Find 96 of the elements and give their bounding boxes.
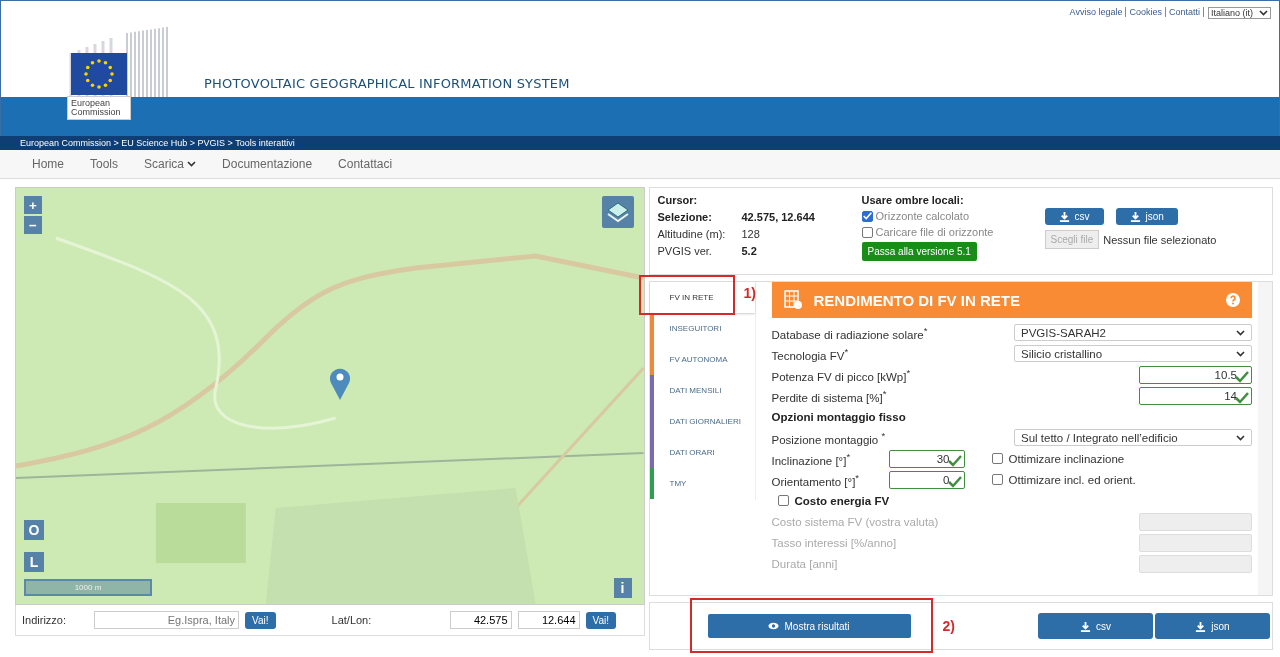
site-title: PHOTOVOLTAIC GEOGRAPHICAL INFORMATION SYSTEM bbox=[204, 76, 570, 91]
l-button[interactable]: L bbox=[24, 552, 44, 572]
layers-icon[interactable] bbox=[601, 196, 634, 228]
select-field[interactable]: Sul tetto / Integrato nell’edificio bbox=[1014, 429, 1252, 446]
nav-item[interactable]: Home bbox=[32, 157, 64, 171]
checkbox[interactable] bbox=[777, 495, 789, 506]
altitude-label: Altitudine (m): bbox=[657, 228, 727, 240]
checkbox-label: Costo energia FV bbox=[794, 494, 890, 507]
field-label: Potenza FV di picco [kWp]$^{*}$ bbox=[771, 366, 912, 383]
valid-check-icon bbox=[947, 454, 962, 467]
download-icon bbox=[1079, 620, 1091, 632]
language-select[interactable]: Italiano (it) bbox=[1207, 7, 1271, 19]
checkbox-label: Ottimizare inclinazione bbox=[1008, 452, 1125, 465]
altitude-value: 128 bbox=[741, 228, 761, 240]
latlon-label: Lat/Lon: bbox=[331, 614, 373, 626]
form-title: RENDIMENTO DI FV IN RETE bbox=[813, 291, 1020, 309]
zoom-in-button[interactable]: + bbox=[24, 196, 42, 214]
selection-label: Selezione: bbox=[657, 211, 713, 223]
switch-version-button[interactable]: Passa alla versione 5.1 bbox=[861, 242, 977, 261]
file-status: Nessun file selezionato bbox=[1103, 233, 1217, 246]
o-button[interactable]: O bbox=[24, 520, 44, 540]
check-icon bbox=[862, 212, 872, 220]
field-label: Durata [anni] bbox=[771, 557, 839, 570]
caret-icon bbox=[1236, 329, 1245, 336]
checkbox-label: Orizzonte calcolato bbox=[875, 210, 970, 222]
section-heading: Opzioni montaggio fisso bbox=[771, 410, 906, 423]
checkbox[interactable] bbox=[991, 474, 1003, 485]
number-field[interactable]: 0 bbox=[888, 470, 965, 489]
nav-item[interactable]: Tools bbox=[90, 157, 119, 171]
nav-item[interactable]: Documentazione bbox=[222, 157, 313, 171]
logo-caption: European Commission bbox=[67, 96, 131, 120]
caret-icon bbox=[1236, 350, 1245, 357]
solar-panel-icon bbox=[783, 290, 802, 310]
json-button[interactable]: json bbox=[1154, 613, 1270, 639]
valid-check-icon bbox=[1235, 391, 1249, 404]
checkbox-label: Ottimizare incl. ed orient. bbox=[1008, 473, 1136, 486]
checkbox[interactable] bbox=[861, 226, 873, 238]
caret-icon bbox=[187, 161, 197, 167]
field-label: Database di radiazione solare$^{*}$ bbox=[771, 324, 929, 341]
zoom-out-button[interactable]: − bbox=[24, 216, 42, 234]
caret-icon bbox=[1259, 10, 1268, 16]
annotation-label: 2) bbox=[942, 618, 955, 634]
shadows-title: Usare ombre locali: bbox=[861, 194, 965, 206]
download-icon bbox=[1129, 211, 1141, 222]
field-label: Tecnologia FV$^{*}$ bbox=[771, 345, 850, 362]
longitude-field[interactable]: 12.644 bbox=[517, 611, 580, 629]
number-field[interactable]: 10.5 bbox=[1139, 365, 1252, 384]
go-button[interactable]: Vai! bbox=[585, 611, 617, 629]
scrollbar[interactable] bbox=[1258, 282, 1272, 595]
side-tab[interactable]: DATI MENSILI bbox=[649, 375, 755, 406]
valid-check-icon bbox=[947, 475, 962, 488]
csv-button[interactable]: csv bbox=[1037, 613, 1153, 639]
number-field[interactable]: 30 bbox=[888, 449, 965, 468]
nav-item[interactable]: Scarica bbox=[144, 157, 197, 171]
select-field[interactable]: Silicio cristallino bbox=[1014, 345, 1252, 362]
download-icon bbox=[1195, 620, 1207, 632]
latitude-field[interactable]: 42.575 bbox=[449, 611, 512, 629]
nav-item[interactable]: Contattaci bbox=[338, 157, 393, 171]
top-link[interactable]: Contatti bbox=[1165, 7, 1204, 17]
caret-icon bbox=[1236, 434, 1245, 441]
annotation-label: 1) bbox=[743, 285, 756, 301]
field-label: Tasso interessi [%/anno] bbox=[771, 536, 898, 549]
field-label: Perdite di sistema [%]$^{*}$ bbox=[771, 387, 888, 404]
eye-icon bbox=[768, 622, 780, 630]
checkbox[interactable] bbox=[991, 453, 1003, 464]
download-icon bbox=[1058, 211, 1070, 222]
field-label: Inclinazione [°]$^{*}$ bbox=[771, 450, 852, 467]
version-value: 5.2 bbox=[741, 245, 758, 257]
address-label: Indirizzo: bbox=[22, 614, 67, 626]
top-link[interactable]: Cookies bbox=[1126, 7, 1166, 17]
show-results-button[interactable]: Mostra risultati bbox=[707, 614, 911, 638]
field-label: Costo sistema FV (vostra valuta) bbox=[771, 515, 940, 528]
json-button[interactable]: json bbox=[1115, 208, 1178, 225]
selection-value: 42.575, 12.644 bbox=[741, 211, 816, 223]
map-scale: 1000 m bbox=[24, 579, 152, 596]
side-tab[interactable]: DATI GIORNALIERI bbox=[649, 406, 755, 437]
breadcrumb[interactable]: European Commission > EU Science Hub > PVGIS > Tools interattivi bbox=[0, 136, 1280, 150]
top-link[interactable]: Avviso legale bbox=[1066, 7, 1127, 17]
version-label: PVGIS ver. bbox=[657, 245, 713, 257]
cursor-label: Cursor: bbox=[657, 194, 699, 206]
select-field[interactable]: PVGIS-SARAH2 bbox=[1014, 324, 1252, 341]
csv-button[interactable]: csv bbox=[1044, 208, 1104, 225]
checkbox[interactable] bbox=[861, 210, 873, 222]
side-tab[interactable]: TMY bbox=[649, 468, 755, 499]
go-button[interactable]: Vai! bbox=[245, 611, 276, 629]
field-label: Orientamento [°]$^{*}$ bbox=[771, 471, 861, 488]
valid-check-icon bbox=[1235, 370, 1249, 383]
map-marker-icon bbox=[329, 366, 351, 400]
help-icon[interactable] bbox=[1226, 293, 1240, 307]
side-tab[interactable]: DATI ORARI bbox=[649, 437, 755, 468]
checkbox-label: Caricare file di orizzonte bbox=[875, 226, 994, 238]
field-label: Posizione montaggio $^{*}$ bbox=[771, 429, 887, 446]
side-tab[interactable]: FV AUTONOMA bbox=[649, 344, 755, 375]
number-field[interactable]: 14 bbox=[1139, 386, 1252, 405]
side-tab[interactable]: INSEGUITORI bbox=[649, 313, 755, 344]
address-field[interactable]: Eg.Ispra, Italy bbox=[94, 611, 240, 629]
